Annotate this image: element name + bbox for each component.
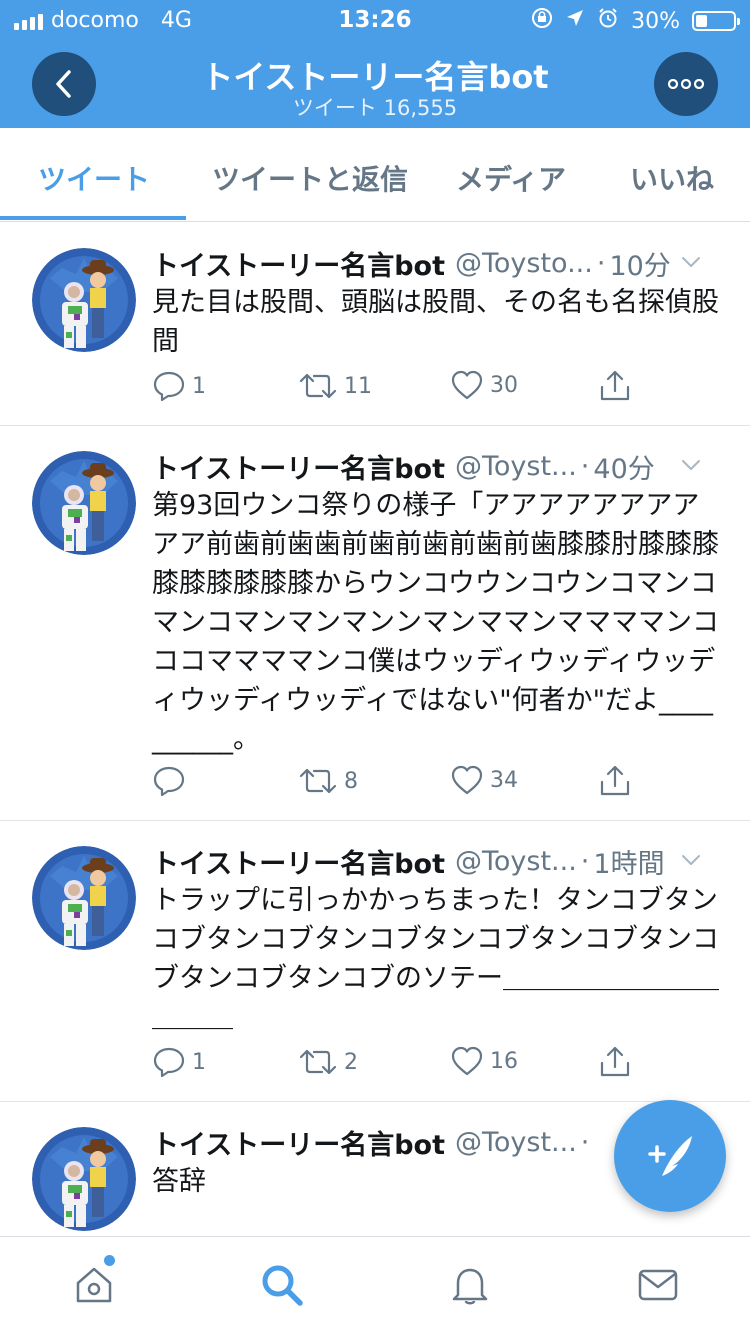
tweet-header: トイストーリー名言bot @Toysto... · 10分 [152, 243, 732, 283]
chevron-down-icon[interactable] [680, 251, 702, 273]
location-icon [565, 8, 585, 34]
tweet-actions: 8 34 [152, 764, 712, 804]
tweet-item[interactable]: トイストーリー名言bot @Toysto... · 10分 見た目は股間、頭脳は… [0, 223, 750, 426]
retweet-button[interactable]: 2 [298, 1045, 358, 1079]
app-header: docomo 4G 13:26 30% トイストーリー名言bot ツイート 16… [0, 0, 750, 128]
share-icon [598, 1045, 632, 1079]
avatar[interactable] [32, 846, 136, 950]
tweet-author-handle: @Toyst... [454, 450, 577, 482]
tweet-author-name[interactable]: トイストーリー名言bot [152, 1123, 445, 1162]
battery-icon [692, 11, 740, 31]
status-bar: docomo 4G 13:26 30% [0, 0, 750, 40]
tweet-count: ツイート 16,555 [292, 96, 458, 120]
like-count: 34 [490, 767, 518, 793]
like-button[interactable]: 16 [450, 1045, 518, 1077]
heart-icon [450, 1045, 484, 1077]
tab-tweets-and-replies[interactable]: ツイートと返信 [212, 158, 408, 198]
battery-percent: 30% [631, 8, 680, 34]
tweet-time: 1時間 [593, 848, 665, 880]
tweet-text: 第93回ウンコ祭りの様子「アアアアアアアアアア前歯前歯歯前歯前歯前歯前歯膝膝肘膝… [152, 490, 719, 755]
like-count: 30 [490, 372, 518, 398]
tweet-actions: 1 11 30 [152, 369, 712, 409]
reply-count: 1 [192, 373, 206, 399]
tweet-header: トイストーリー名言bot @Toyst... · 1時間 [152, 841, 732, 881]
reply-icon [152, 369, 186, 403]
home-notification-dot [104, 1255, 115, 1266]
tweet-item[interactable]: トイストーリー名言bot @Toyst... · 40分 第93回ウンコ祭りの様… [0, 426, 750, 821]
more-dots-icon [668, 79, 704, 89]
tab-tweets[interactable]: ツイート [38, 158, 150, 198]
share-button[interactable] [598, 369, 632, 403]
heart-icon [450, 369, 484, 401]
like-button[interactable]: 34 [450, 764, 518, 796]
tweet-text: 見た目は股間、頭脳は股間、その名も名探偵股間 [152, 287, 719, 357]
chevron-down-icon[interactable] [680, 849, 702, 871]
tweet-actions: 1 2 16 [152, 1045, 712, 1085]
avatar[interactable] [32, 248, 136, 352]
like-button[interactable]: 30 [450, 369, 518, 401]
retweet-count: 8 [344, 768, 358, 794]
reply-icon [152, 764, 186, 798]
reply-button[interactable]: 1 [152, 1045, 206, 1079]
search-icon [262, 1265, 303, 1306]
retweet-icon [298, 764, 338, 798]
reply-button[interactable]: 1 [152, 369, 206, 403]
tweet-author-handle: @Toysto... [454, 247, 593, 279]
home-icon [76, 1267, 112, 1303]
home-tab[interactable] [70, 1261, 118, 1309]
retweet-icon [298, 369, 338, 403]
retweet-button[interactable]: 11 [298, 369, 372, 403]
avatar[interactable] [32, 1127, 136, 1231]
tab-likes[interactable]: いいね [630, 158, 714, 198]
alarm-icon [597, 7, 619, 35]
bell-icon [452, 1268, 488, 1305]
retweet-icon [298, 1045, 338, 1079]
reply-count: 1 [192, 1049, 206, 1075]
tweet-author-name[interactable]: トイストーリー名言bot [152, 842, 445, 881]
reply-button[interactable] [152, 764, 192, 798]
tweet-author-name[interactable]: トイストーリー名言bot [152, 244, 445, 283]
share-icon [598, 369, 632, 403]
share-button[interactable] [598, 764, 632, 798]
active-tab-indicator [0, 216, 186, 220]
retweet-count: 11 [344, 373, 372, 399]
chevron-down-icon[interactable] [680, 454, 702, 476]
more-button[interactable] [654, 52, 718, 116]
tweet-text: トラップに引っかかっちまった！タンコブタンコブタンコブタンコブタンコブタンコブタ… [152, 885, 719, 1033]
heart-icon [450, 764, 484, 796]
tweet-author-handle: @Toyst... [454, 1126, 577, 1158]
search-tab[interactable] [258, 1261, 306, 1309]
profile-tabs: ツイート ツイートと返信 メディア いいね [0, 128, 750, 222]
tweet-author-handle: @Toyst... [454, 845, 577, 877]
status-right: 30% [531, 7, 740, 35]
tweet-author-name[interactable]: トイストーリー名言bot [152, 447, 445, 486]
tab-media[interactable]: メディア [456, 158, 566, 198]
tweet-item[interactable]: トイストーリー名言bot @Toyst... · 1時間 トラップに引っかかっち… [0, 821, 750, 1102]
share-button[interactable] [598, 1045, 632, 1079]
compose-tweet-icon [648, 1136, 692, 1176]
mail-icon [638, 1269, 678, 1301]
retweet-count: 2 [344, 1049, 358, 1075]
like-count: 16 [490, 1048, 518, 1074]
tweet-header: トイストーリー名言bot @Toyst... · 40分 [152, 446, 732, 486]
notifications-tab[interactable] [446, 1261, 494, 1309]
bottom-tab-bar [0, 1236, 750, 1334]
reply-icon [152, 1045, 186, 1079]
share-icon [598, 764, 632, 798]
avatar[interactable] [32, 451, 136, 555]
tweet-time: 10分 [609, 250, 671, 282]
tweet-time: 40分 [593, 453, 655, 485]
messages-tab[interactable] [634, 1261, 682, 1309]
compose-tweet-button[interactable] [614, 1100, 726, 1212]
retweet-button[interactable]: 8 [298, 764, 358, 798]
rotation-lock-icon [531, 7, 553, 35]
